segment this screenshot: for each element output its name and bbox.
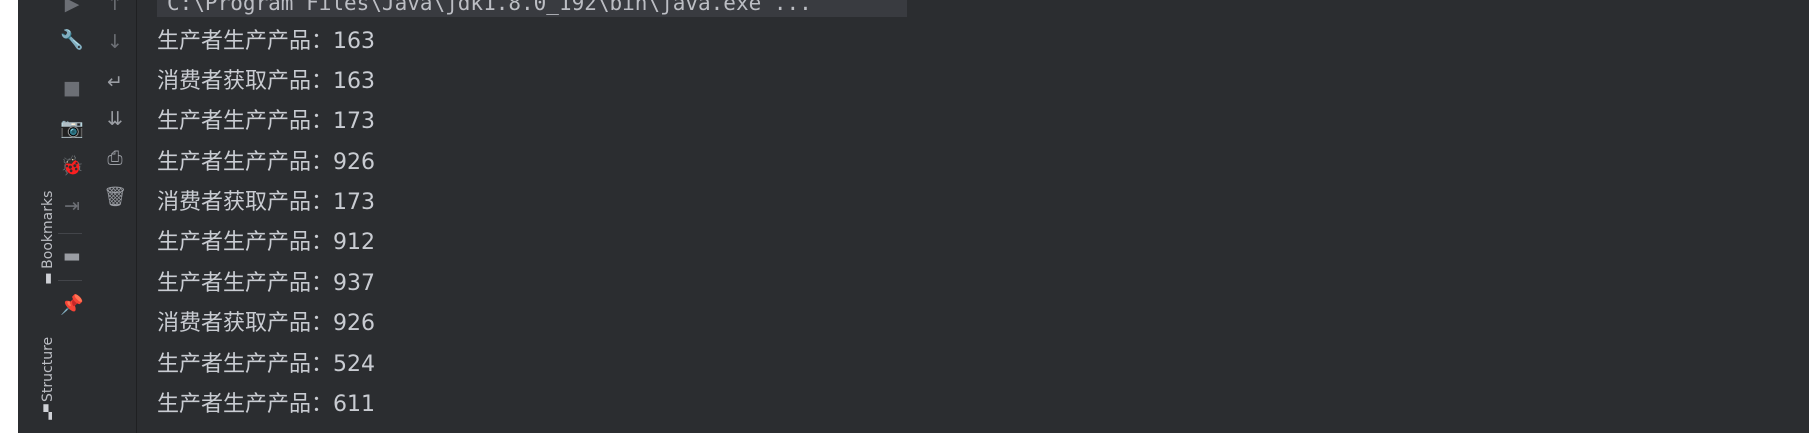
console-line: 生产者生产产品：524 (157, 352, 375, 377)
wrench-icon[interactable]: 🔧 (58, 26, 86, 54)
layout-icon[interactable]: ▬ (58, 242, 86, 270)
camera-icon[interactable]: 📷 (58, 114, 86, 142)
window-edge (0, 0, 18, 433)
console-line: 生产者生产产品：611 (157, 392, 375, 417)
scroll-down-icon[interactable]: ↓ (101, 28, 129, 56)
soft-wrap-icon[interactable]: ↵ (101, 68, 129, 96)
console-line: 生产者生产产品：926 (157, 150, 375, 175)
run-command-line: C:\Program Files\Java\jdk1.8.0_192\bin\j… (157, 0, 907, 17)
console-line: 消费者获取产品：163 (157, 69, 375, 94)
print-icon[interactable]: ⎙ (101, 144, 129, 172)
console-line: 消费者获取产品：926 (157, 311, 375, 336)
trash-icon[interactable]: 🗑 (101, 183, 129, 211)
console-output[interactable]: C:\Program Files\Java\jdk1.8.0_192\bin\j… (137, 0, 1809, 433)
console-line: 消费者获取产品：173 (157, 190, 375, 215)
console-toolbar (92, 0, 137, 433)
debug-bug-icon[interactable]: 🐞 (58, 152, 86, 180)
console-line: 生产者生产产品：173 (157, 109, 375, 134)
scroll-to-end-icon[interactable]: ⇊ (101, 105, 129, 133)
bookmark-icon: ▮ (44, 270, 52, 286)
console-line: 生产者生产产品：163 (157, 29, 375, 54)
toolbar-divider (58, 280, 82, 281)
rerun-icon[interactable]: ▶ (58, 0, 86, 18)
side-tool-strip: ▮ Bookmarks ▚ Structure (18, 0, 56, 433)
console-line: 生产者生产产品：912 (157, 230, 375, 255)
stop-icon[interactable]: ■ (58, 74, 86, 102)
console-line: 生产者生产产品：937 (157, 271, 375, 296)
exit-icon[interactable]: ⇥ (58, 192, 86, 220)
pin-icon[interactable]: 📌 (58, 291, 86, 319)
toolbar-divider (58, 233, 82, 234)
scroll-up-icon[interactable]: ↑ (101, 0, 129, 18)
